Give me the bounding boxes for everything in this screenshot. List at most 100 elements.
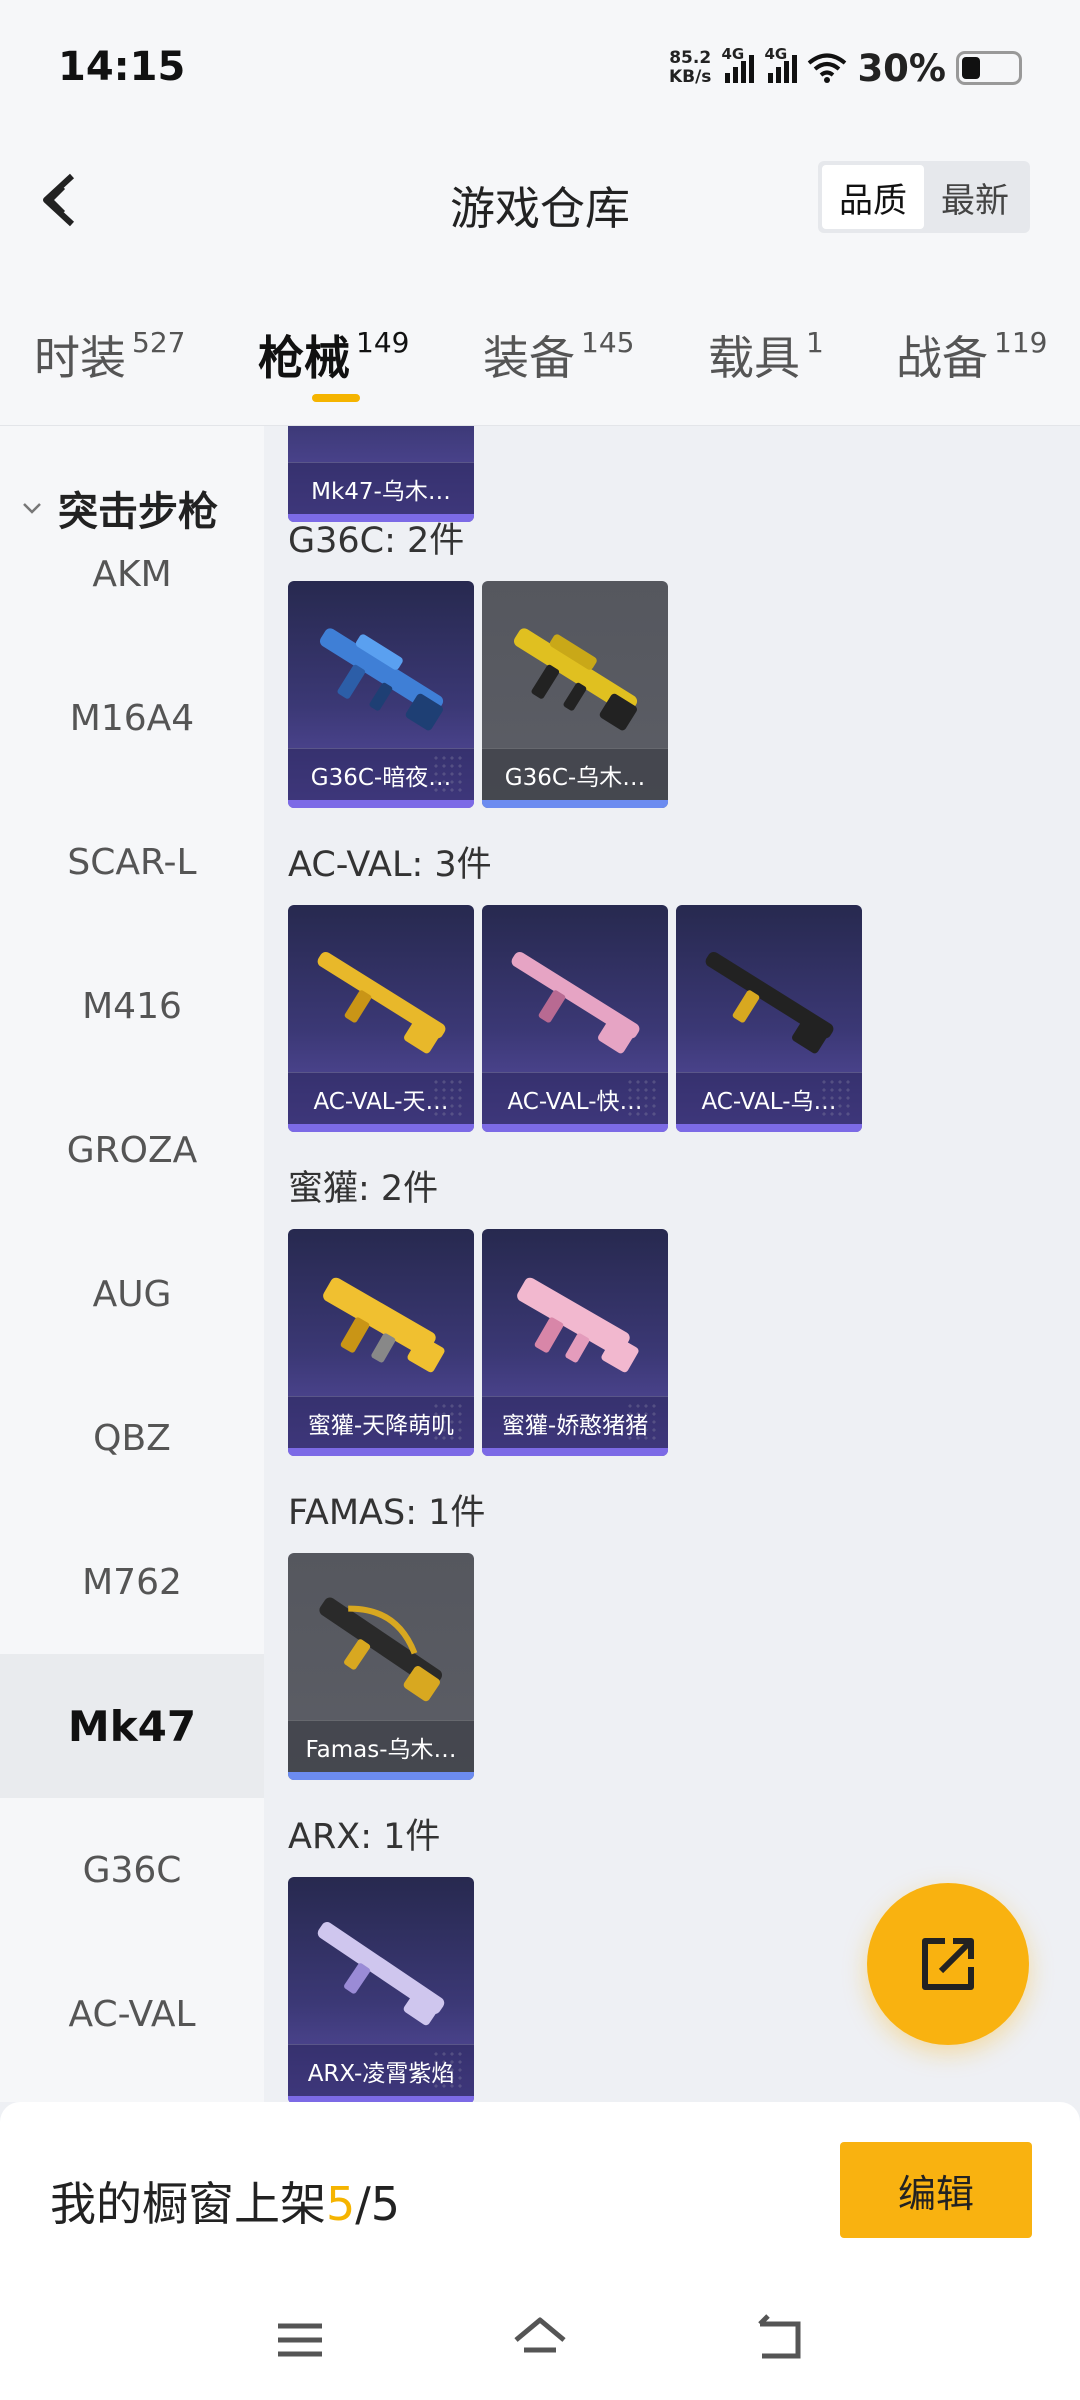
sort-quality-button[interactable]: 品质: [822, 165, 924, 229]
sim1-label: 4G: [721, 45, 745, 63]
item-card[interactable]: AC-VAL-天…: [288, 905, 474, 1132]
item-name: ARX-凌霄紫焰: [288, 2044, 474, 2096]
rifle-icon: [513, 628, 638, 731]
tab-count: 1: [806, 326, 824, 359]
tab-vehicles[interactable]: 载具 1: [708, 322, 824, 388]
status-bar: 14:15 85.2 KB/s 4G 4G 30%: [0, 0, 1080, 114]
tab-label: 战备: [896, 331, 988, 385]
tab-label: 枪械: [258, 331, 350, 385]
sort-latest-button[interactable]: 最新: [924, 165, 1026, 229]
rarity-bar: [288, 1448, 474, 1456]
signal-icon: 4G: [764, 45, 798, 83]
item-name: AC-VAL-快…: [482, 1072, 668, 1124]
rarity-bar: [288, 800, 474, 808]
weapon-type-sidebar: 突击步枪 AKM M16A4 SCAR-L M416 GROZA AUG QBZ…: [0, 426, 264, 2102]
rifle-icon: [317, 1922, 445, 2026]
system-nav-bar: [0, 2300, 1080, 2400]
sidebar-item-scar-l[interactable]: SCAR-L: [0, 790, 264, 934]
tab-count: 149: [356, 326, 410, 359]
rifle-icon: [517, 1277, 639, 1373]
item-card[interactable]: ARX-凌霄紫焰: [288, 1877, 474, 2102]
network-speed: 85.2 KB/s: [669, 49, 711, 87]
back-nav-icon[interactable]: [750, 2310, 810, 2370]
edit-button[interactable]: 编辑: [840, 2142, 1032, 2238]
rifle-icon: [317, 951, 446, 1054]
rarity-bar: [288, 1772, 474, 1780]
sidebar-item-akm[interactable]: AKM: [0, 502, 264, 646]
sidebar-item-m416[interactable]: M416: [0, 934, 264, 1078]
sidebar-item-m16a4[interactable]: M16A4: [0, 646, 264, 790]
item-name: Famas-乌木…: [288, 1720, 474, 1772]
tab-count: 145: [581, 326, 635, 359]
tab-equipment[interactable]: 装备 145: [483, 322, 634, 388]
showcase-status: 我的橱窗上架5/5: [50, 2168, 400, 2234]
section-title-g36c: G36C: 2件: [288, 521, 465, 561]
rifle-icon: [705, 951, 834, 1054]
item-card[interactable]: AC-VAL-乌…: [676, 905, 862, 1132]
item-grid: Mk47-乌木… G36C: 2件 G36C-暗夜… G36C-乌木… AC-V…: [264, 426, 1080, 2102]
item-name: G36C-暗夜…: [288, 748, 474, 800]
status-icons: 85.2 KB/s 4G 4G 30%: [669, 44, 1022, 92]
rarity-bar: [482, 1124, 668, 1132]
rifle-icon: [319, 1597, 443, 1702]
battery-percent: 30%: [857, 46, 946, 90]
showcase-total-count: /5: [355, 2177, 401, 2231]
tab-outfits[interactable]: 时装 527: [34, 322, 185, 388]
category-tabs: 时装 527 枪械 149 装备 145 载具 1 战备 119: [0, 282, 1080, 426]
item-card[interactable]: 蜜獾-天降萌叽: [288, 1229, 474, 1456]
tab-guns[interactable]: 枪械 149: [258, 322, 409, 388]
sidebar-item-g36c[interactable]: G36C: [0, 1798, 264, 1942]
app-header: 游戏仓库 品质 最新: [0, 114, 1080, 282]
tab-count: 119: [994, 326, 1048, 359]
active-tab-indicator: [312, 394, 360, 402]
section-title-famas: FAMAS: 1件: [288, 1493, 486, 1533]
tab-label: 载具: [708, 331, 800, 385]
item-name: AC-VAL-乌…: [676, 1072, 862, 1124]
network-speed-value: 85.2: [669, 48, 712, 68]
tab-count: 527: [132, 326, 186, 359]
tab-label: 时装: [34, 331, 126, 385]
item-name: Mk47-乌木…: [288, 462, 474, 514]
rarity-bar: [482, 1448, 668, 1456]
item-name: AC-VAL-天…: [288, 1072, 474, 1124]
section-title-ac-val: AC-VAL: 3件: [288, 845, 492, 885]
tab-label: 装备: [483, 331, 575, 385]
status-time: 14:15: [58, 44, 186, 90]
sort-toggle: 品质 最新: [818, 161, 1030, 233]
rarity-bar: [676, 1124, 862, 1132]
item-name: 蜜獾-天降萌叽: [288, 1396, 474, 1448]
share-icon: [922, 1938, 974, 1990]
sidebar-item-groza[interactable]: GROZA: [0, 1078, 264, 1222]
rifle-icon: [511, 951, 640, 1054]
menu-icon[interactable]: [270, 2310, 330, 2370]
rarity-bar: [288, 1124, 474, 1132]
wifi-icon: [808, 53, 847, 83]
showcase-label: 我的橱窗上架: [50, 2177, 326, 2231]
item-card[interactable]: AC-VAL-快…: [482, 905, 668, 1132]
item-card[interactable]: Mk47-乌木…: [288, 426, 474, 522]
item-card[interactable]: Famas-乌木…: [288, 1553, 474, 1780]
rifle-icon: [323, 1277, 445, 1373]
sim2-label: 4G: [764, 45, 788, 63]
sidebar-item-aug[interactable]: AUG: [0, 1222, 264, 1366]
bottom-panel: 我的橱窗上架5/5 编辑: [0, 2102, 1080, 2400]
signal-icon: 4G: [721, 45, 755, 83]
battery-icon: [956, 51, 1022, 85]
home-icon[interactable]: [510, 2310, 570, 2370]
item-card[interactable]: 蜜獾-娇憨猪猪: [482, 1229, 668, 1456]
rifle-icon: [319, 628, 444, 731]
item-card[interactable]: G36C-暗夜…: [288, 581, 474, 808]
sidebar-item-qbz[interactable]: QBZ: [0, 1366, 264, 1510]
sidebar-item-mk47[interactable]: Mk47: [0, 1654, 264, 1798]
share-button[interactable]: [867, 1883, 1029, 2045]
section-title-honey-badger: 蜜獾: 2件: [288, 1169, 439, 1209]
item-card[interactable]: G36C-乌木…: [482, 581, 668, 808]
rarity-bar: [482, 800, 668, 808]
item-name: G36C-乌木…: [482, 748, 668, 800]
sidebar-item-m762[interactable]: M762: [0, 1510, 264, 1654]
section-title-arx: ARX: 1件: [288, 1817, 441, 1857]
showcase-current-count: 5: [326, 2177, 356, 2231]
network-speed-unit: KB/s: [668, 67, 712, 87]
tab-battle-gear[interactable]: 战备 119: [896, 322, 1047, 388]
sidebar-item-ac-val[interactable]: AC-VAL: [0, 1942, 264, 2086]
